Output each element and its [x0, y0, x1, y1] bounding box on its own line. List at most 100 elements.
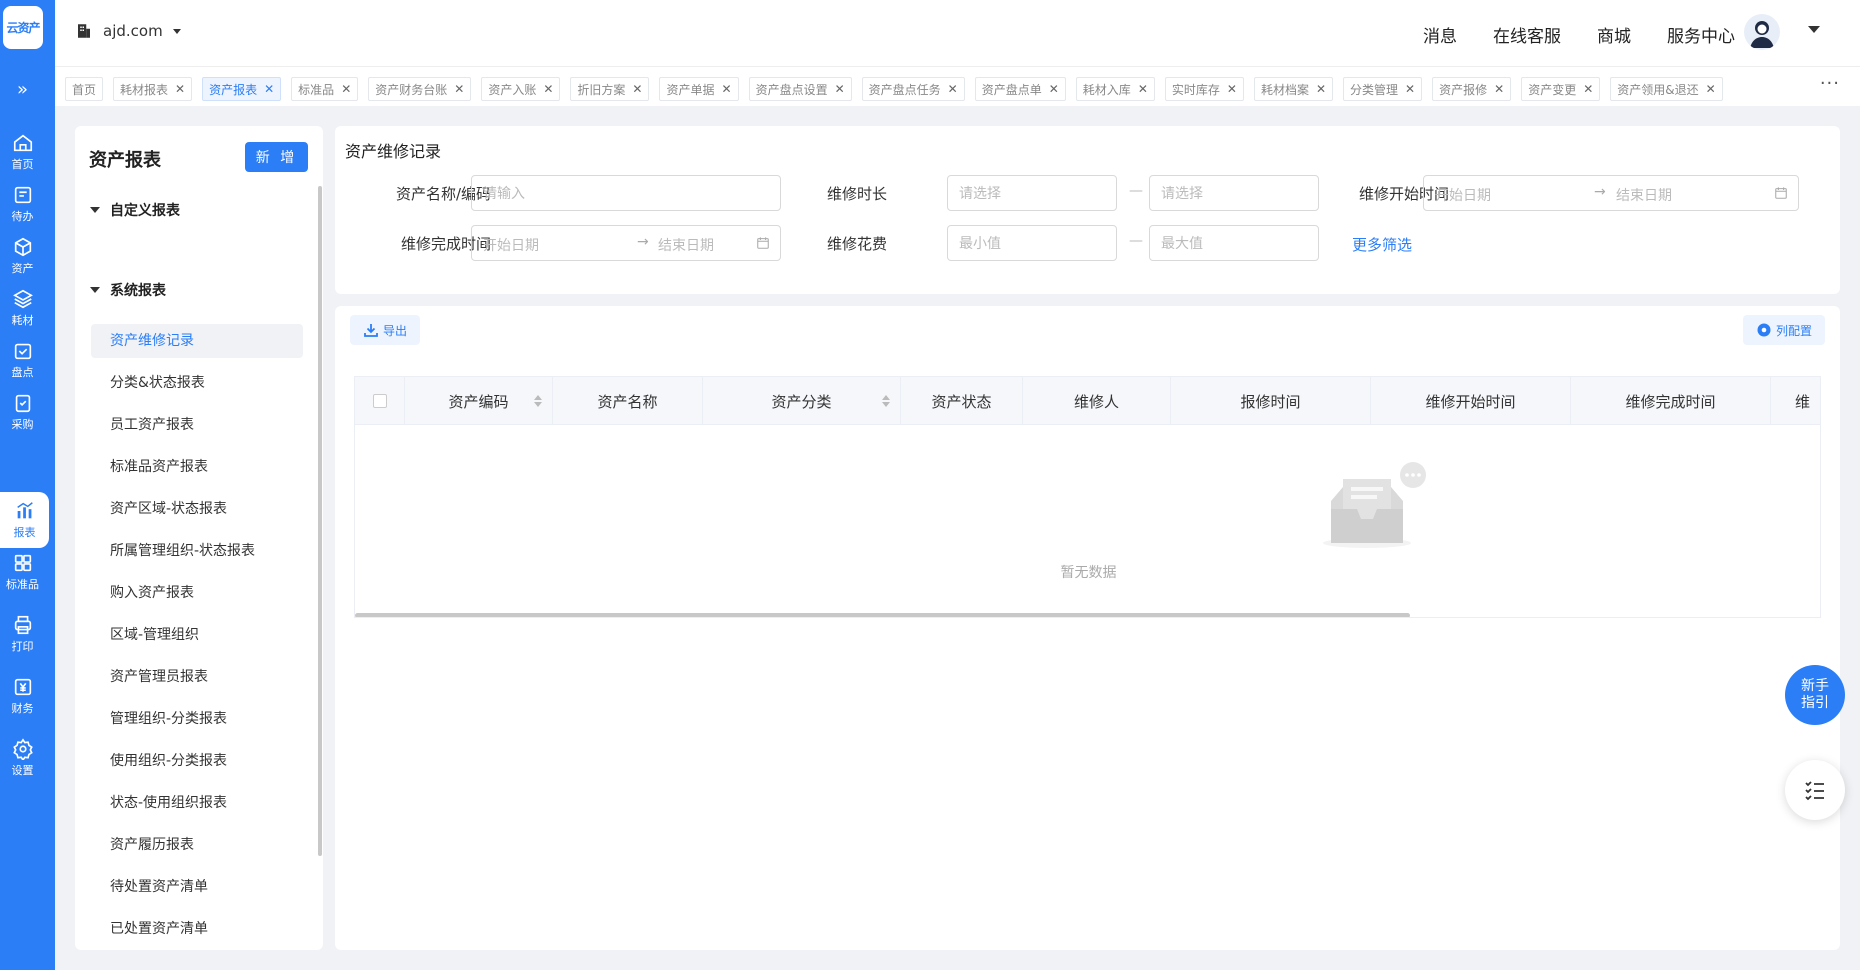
- tab-inventory-tasks[interactable]: 资产盘点任务 ✕: [861, 77, 965, 101]
- duration-to-select[interactable]: 请选择: [1149, 175, 1319, 211]
- nav-item-print[interactable]: 打印: [0, 606, 45, 662]
- app-logo[interactable]: 云资产: [3, 6, 43, 49]
- sort-icon[interactable]: [882, 395, 890, 407]
- column-header[interactable]: 维修人: [1023, 377, 1171, 425]
- close-icon[interactable]: ✕: [632, 82, 642, 96]
- mall-link[interactable]: 商城: [1597, 22, 1631, 47]
- tab-consumables-stockin[interactable]: 耗材入库 ✕: [1075, 77, 1155, 101]
- nav-item-standard[interactable]: 标准品: [0, 544, 45, 600]
- tab-consumables-archive[interactable]: 耗材档案 ✕: [1253, 77, 1334, 101]
- nav-item-finance[interactable]: 财务: [0, 668, 45, 724]
- close-icon[interactable]: ✕: [454, 82, 464, 96]
- repair-finish-range[interactable]: 开始日期 → 结束日期: [471, 225, 781, 261]
- report-item-disposed[interactable]: 已处置资产清单: [91, 912, 303, 950]
- export-button[interactable]: 导出: [350, 315, 420, 345]
- close-icon[interactable]: ✕: [948, 82, 958, 96]
- report-item-pending-disposal[interactable]: 待处置资产清单: [91, 870, 303, 912]
- task-list-button[interactable]: [1785, 760, 1845, 820]
- report-item-purchased-assets[interactable]: 购入资产报表: [91, 576, 303, 618]
- online-support-link[interactable]: 在线客服: [1493, 22, 1561, 47]
- new-report-button[interactable]: 新 增: [245, 142, 308, 172]
- tab-finance-ledger[interactable]: 资产财务台账 ✕: [368, 77, 472, 101]
- report-item-asset-history[interactable]: 资产履历报表: [91, 828, 303, 870]
- nav-item-consumables[interactable]: 耗材: [0, 280, 45, 336]
- close-icon[interactable]: ✕: [1706, 82, 1716, 96]
- close-icon[interactable]: ✕: [1494, 82, 1504, 96]
- nav-item-home[interactable]: 首页: [0, 124, 45, 180]
- tab-inventory-orders[interactable]: 资产盘点单 ✕: [974, 77, 1066, 101]
- report-item-standard-assets[interactable]: 标准品资产报表: [91, 450, 303, 492]
- expand-nav-icon[interactable]: »: [0, 78, 45, 102]
- horizontal-scrollbar[interactable]: [355, 613, 1410, 617]
- cost-max-input[interactable]: 最大值: [1149, 225, 1319, 261]
- group-custom-reports[interactable]: 自定义报表: [90, 200, 180, 220]
- nav-item-purchase[interactable]: 采购: [0, 384, 45, 440]
- close-icon[interactable]: ✕: [835, 82, 845, 96]
- column-header[interactable]: 资产名称: [553, 377, 703, 425]
- report-item-status-use-org[interactable]: 状态-使用组织报表: [91, 786, 303, 828]
- avatar[interactable]: [1744, 14, 1780, 50]
- tab-inventory-settings[interactable]: 资产盘点设置 ✕: [748, 77, 852, 101]
- cost-min-input[interactable]: 最小值: [947, 225, 1117, 261]
- duration-from-select[interactable]: 请选择: [947, 175, 1117, 211]
- tab-asset-change[interactable]: 资产变更 ✕: [1521, 77, 1601, 101]
- tab-asset-report[interactable]: 资产报表 ✕: [202, 77, 282, 101]
- report-item-employee-assets[interactable]: 员工资产报表: [91, 408, 303, 450]
- close-icon[interactable]: ✕: [543, 82, 553, 96]
- service-center-link[interactable]: 服务中心: [1667, 22, 1735, 47]
- close-icon[interactable]: ✕: [341, 82, 351, 96]
- column-header[interactable]: 资产编码: [405, 377, 553, 425]
- tab-standard[interactable]: 标准品 ✕: [291, 77, 359, 101]
- beginner-guide-button[interactable]: 新手 指引: [1785, 665, 1845, 725]
- more-tabs-icon[interactable]: ···: [1820, 73, 1840, 94]
- repair-start-range[interactable]: 开始日期 → 结束日期: [1423, 175, 1799, 211]
- column-header[interactable]: 报修时间: [1171, 377, 1371, 425]
- report-item-asset-admin[interactable]: 资产管理员报表: [91, 660, 303, 702]
- tab-category-management[interactable]: 分类管理 ✕: [1343, 77, 1423, 101]
- name-code-input[interactable]: 请输入: [471, 175, 781, 211]
- report-item-use-org-category[interactable]: 使用组织-分类报表: [91, 744, 303, 786]
- nav-item-report[interactable]: 报表: [0, 492, 49, 548]
- tab-asset-borrow-return[interactable]: 资产领用&退还 ✕: [1610, 77, 1723, 101]
- report-item-region-status[interactable]: 资产区域-状态报表: [91, 492, 303, 534]
- close-icon[interactable]: ✕: [264, 82, 274, 96]
- column-header[interactable]: 资产状态: [901, 377, 1023, 425]
- tab-home[interactable]: 首页: [65, 77, 104, 101]
- close-icon[interactable]: ✕: [1227, 82, 1237, 96]
- sort-icon[interactable]: [534, 395, 542, 407]
- report-list-scrollbar[interactable]: [318, 186, 322, 856]
- close-icon[interactable]: ✕: [1316, 82, 1326, 96]
- column-header[interactable]: 维修开始时间: [1371, 377, 1571, 425]
- close-icon[interactable]: ✕: [1138, 82, 1148, 96]
- nav-item-asset[interactable]: 资产: [0, 228, 45, 284]
- close-icon[interactable]: ✕: [1049, 82, 1059, 96]
- close-icon[interactable]: ✕: [1583, 82, 1593, 96]
- column-config-button[interactable]: 列配置: [1743, 315, 1825, 345]
- close-icon[interactable]: ✕: [1405, 82, 1415, 96]
- nav-item-todo[interactable]: 待办: [0, 176, 45, 232]
- select-all-checkbox[interactable]: [372, 394, 387, 408]
- messages-link[interactable]: 消息: [1423, 22, 1457, 47]
- more-filters-link[interactable]: 更多筛选: [1352, 234, 1412, 255]
- close-icon[interactable]: ✕: [722, 82, 732, 96]
- report-item-category-status[interactable]: 分类&状态报表: [91, 366, 303, 408]
- report-item-mgmt-org-status[interactable]: 所属管理组织-状态报表: [91, 534, 303, 576]
- nav-item-settings[interactable]: 设置: [0, 730, 45, 786]
- group-system-reports[interactable]: 系统报表: [90, 280, 166, 300]
- avatar-dropdown-icon[interactable]: [1808, 26, 1820, 33]
- column-header[interactable]: 资产分类: [703, 377, 901, 425]
- tab-realtime-stock[interactable]: 实时库存 ✕: [1164, 77, 1244, 101]
- tab-consumables-report[interactable]: 耗材报表 ✕: [113, 77, 193, 101]
- tab-depreciation[interactable]: 折旧方案 ✕: [570, 77, 650, 101]
- report-item-mgmt-org-category[interactable]: 管理组织-分类报表: [91, 702, 303, 744]
- tab-asset-entry[interactable]: 资产入账 ✕: [481, 77, 561, 101]
- close-icon[interactable]: ✕: [175, 82, 185, 96]
- tab-asset-documents[interactable]: 资产单据 ✕: [659, 77, 739, 101]
- nav-item-inventory[interactable]: 盘点: [0, 332, 45, 388]
- column-header[interactable]: 维修完成时间: [1571, 377, 1771, 425]
- domain-selector[interactable]: ajd.com: [75, 22, 181, 40]
- tab-asset-repair[interactable]: 资产报修 ✕: [1432, 77, 1512, 101]
- report-item-region-mgmt-org[interactable]: 区域-管理组织: [91, 618, 303, 660]
- column-header[interactable]: 维: [1771, 377, 1820, 425]
- report-item-repair-records[interactable]: 资产维修记录: [91, 324, 303, 358]
